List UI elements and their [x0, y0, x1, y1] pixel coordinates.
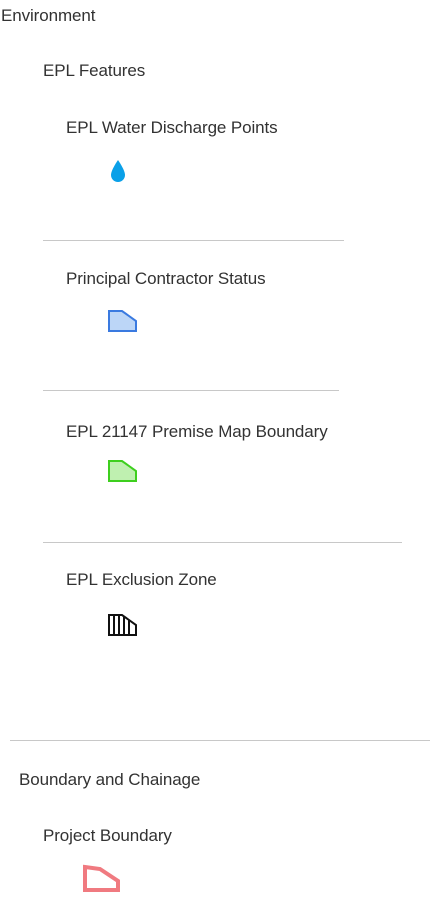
divider	[43, 542, 402, 543]
group-title-environment: Environment	[1, 6, 96, 25]
layer-label-epl-21147-premise-map-boundary: EPL 21147 Premise Map Boundary	[66, 422, 328, 441]
divider	[43, 390, 339, 391]
layer-label-epl-exclusion-zone: EPL Exclusion Zone	[66, 570, 217, 589]
subgroup-title-epl-features: EPL Features	[43, 61, 146, 80]
layer-label-principal-contractor-status: Principal Contractor Status	[66, 269, 266, 288]
divider	[10, 740, 430, 741]
divider	[43, 240, 344, 241]
layer-label-project-boundary: Project Boundary	[43, 826, 172, 845]
hatched-polygon-icon	[108, 614, 137, 636]
water-drop-icon	[111, 160, 125, 182]
layer-label-epl-water-discharge-points: EPL Water Discharge Points	[66, 118, 278, 137]
polygon-swatch-icon	[108, 310, 137, 332]
polygon-outline-icon	[83, 864, 120, 892]
polygon-swatch-icon	[108, 460, 137, 482]
group-title-boundary-and-chainage: Boundary and Chainage	[19, 770, 201, 789]
